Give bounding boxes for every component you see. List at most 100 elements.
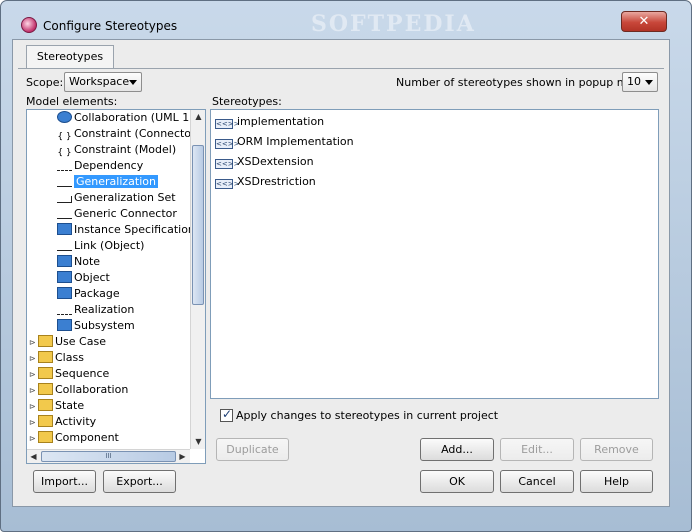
- close-button[interactable]: ✕: [621, 11, 667, 32]
- tree-group[interactable]: Activity: [38, 414, 96, 430]
- tab-stereotypes[interactable]: Stereotypes: [26, 45, 114, 69]
- stereotype-label: implementation: [237, 115, 325, 128]
- tree-item[interactable]: Dependency: [57, 158, 143, 174]
- tree-group[interactable]: Class: [38, 350, 84, 366]
- apply-changes-checkbox[interactable]: [220, 407, 233, 422]
- tree-item-label: Constraint (Model): [74, 143, 177, 156]
- folder-icon: [38, 367, 53, 379]
- tree-group[interactable]: Collaboration: [38, 382, 128, 398]
- popup-count-select[interactable]: 10: [622, 72, 658, 92]
- tree-item-label: Object: [74, 271, 110, 284]
- tree-item[interactable]: { } Constraint (Connector): [57, 126, 200, 142]
- stereotype-icon: <<>>: [215, 119, 240, 129]
- ok-button[interactable]: OK: [420, 470, 494, 493]
- collaboration-icon: [57, 111, 72, 123]
- stereotypes-list[interactable]: <<>>implementation <<>>ORM Implementation…: [210, 109, 659, 399]
- tree-item-label: Link (Object): [74, 239, 145, 252]
- tree-item-label: Package: [74, 287, 120, 300]
- tree-item-label: Generic Connector: [74, 207, 177, 220]
- tree-item-label: Constraint (Connector): [74, 127, 200, 140]
- expand-icon[interactable]: ⊳: [29, 403, 36, 411]
- watermark: SOFTPEDIA: [311, 11, 476, 37]
- tree-item[interactable]: Collaboration (UML 1.x): [57, 110, 204, 126]
- tree-horizontal-scrollbar[interactable]: ◀ III ▶: [27, 449, 190, 463]
- stereotype-item[interactable]: <<>>implementation: [215, 113, 324, 131]
- title-bar[interactable]: Configure Stereotypes SOFTPEDIA ✕: [1, 1, 691, 37]
- stereotype-label: ORM Implementation: [237, 135, 354, 148]
- tree-item[interactable]: Instance Specification: [57, 222, 195, 238]
- tree-group-label: Activity: [55, 415, 97, 428]
- scroll-right-icon[interactable]: ▶: [176, 450, 189, 463]
- tree-item[interactable]: Generic Connector: [57, 206, 177, 222]
- dependency-arrow-icon: [57, 164, 72, 171]
- close-icon: ✕: [638, 14, 650, 29]
- cancel-button[interactable]: Cancel: [500, 470, 574, 493]
- generalization-set-icon: [57, 196, 72, 203]
- link-line-icon: [57, 244, 72, 251]
- subsystem-icon: [57, 319, 72, 331]
- tree-item-label: Dependency: [74, 159, 144, 172]
- tree-item[interactable]: Link (Object): [57, 238, 144, 254]
- expand-icon[interactable]: ⊳: [29, 355, 36, 363]
- stereotype-item[interactable]: <<>>XSDextension: [215, 153, 314, 171]
- realization-icon: [57, 308, 72, 315]
- note-icon: [57, 255, 72, 267]
- tree-item[interactable]: Subsystem: [57, 318, 135, 334]
- dialog-body: Stereotypes Scope: Workspace Number of s…: [12, 39, 670, 507]
- expand-icon[interactable]: ⊳: [29, 371, 36, 379]
- expand-icon[interactable]: ⊳: [29, 419, 36, 427]
- tree-group[interactable]: Component: [38, 430, 119, 446]
- duplicate-button[interactable]: Duplicate: [216, 438, 289, 461]
- tree-group-label: State: [55, 399, 85, 412]
- expand-icon[interactable]: ⊳: [29, 387, 36, 395]
- help-button[interactable]: Help: [580, 470, 653, 493]
- tree-item[interactable]: Note: [57, 254, 100, 270]
- folder-icon: [38, 431, 53, 443]
- stereotypes-label: Stereotypes:: [212, 95, 282, 108]
- scroll-left-icon[interactable]: ◀: [27, 450, 40, 463]
- scope-value: Workspace: [69, 75, 130, 88]
- expand-icon[interactable]: ⊳: [29, 435, 36, 443]
- export-button[interactable]: Export...: [103, 470, 176, 493]
- scroll-thumb[interactable]: [192, 145, 204, 305]
- tree-group[interactable]: Sequence: [38, 366, 109, 382]
- tree-group-label: Component: [55, 431, 119, 444]
- remove-button[interactable]: Remove: [580, 438, 653, 461]
- tree-item[interactable]: { } Constraint (Model): [57, 142, 176, 158]
- apply-changes-label[interactable]: Apply changes to stereotypes in current …: [236, 409, 498, 422]
- tree-item-label: Generalization Set: [74, 191, 176, 204]
- model-elements-tree[interactable]: Collaboration (UML 1.x) { } Constraint (Co…: [26, 109, 206, 464]
- tree-group-label: Class: [55, 351, 84, 364]
- stereotype-item[interactable]: <<>>ORM Implementation: [215, 133, 354, 151]
- stereotype-item[interactable]: <<>>XSDrestriction: [215, 173, 316, 191]
- scope-select[interactable]: Workspace: [64, 72, 142, 92]
- stereotype-icon: <<>>: [215, 159, 240, 169]
- stereotype-label: XSDextension: [237, 155, 314, 168]
- tree-item[interactable]: Generalization: [57, 174, 158, 190]
- tree-vertical-scrollbar[interactable]: ▲ ▼: [190, 110, 205, 449]
- app-icon: [21, 17, 37, 33]
- edit-button[interactable]: Edit...: [500, 438, 574, 461]
- tree-group-label: Sequence: [55, 367, 110, 380]
- tree-group-label: Use Case: [55, 335, 106, 348]
- scroll-down-icon[interactable]: ▼: [192, 435, 205, 448]
- generalization-arrow-icon: [57, 180, 72, 187]
- scope-label: Scope:: [26, 76, 64, 89]
- scroll-up-icon[interactable]: ▲: [192, 110, 205, 123]
- expand-icon[interactable]: ⊳: [29, 339, 36, 347]
- tree-item[interactable]: Package: [57, 286, 120, 302]
- object-icon: [57, 271, 72, 283]
- chevron-down-icon: [645, 80, 653, 85]
- import-button[interactable]: Import...: [33, 470, 96, 493]
- popup-count-label: Number of stereotypes shown in popup men…: [396, 76, 652, 89]
- chevron-down-icon: [129, 80, 137, 85]
- tree-group[interactable]: Use Case: [38, 334, 106, 350]
- configure-stereotypes-window: Configure Stereotypes SOFTPEDIA ✕ Stereo…: [0, 0, 692, 532]
- tree-item[interactable]: Realization: [57, 302, 134, 318]
- tree-group[interactable]: State: [38, 398, 84, 414]
- tree-item[interactable]: Object: [57, 270, 110, 286]
- add-button[interactable]: Add...: [420, 438, 494, 461]
- hscroll-thumb[interactable]: III: [41, 451, 176, 462]
- package-icon: [57, 287, 72, 299]
- tree-item[interactable]: Generalization Set: [57, 190, 176, 206]
